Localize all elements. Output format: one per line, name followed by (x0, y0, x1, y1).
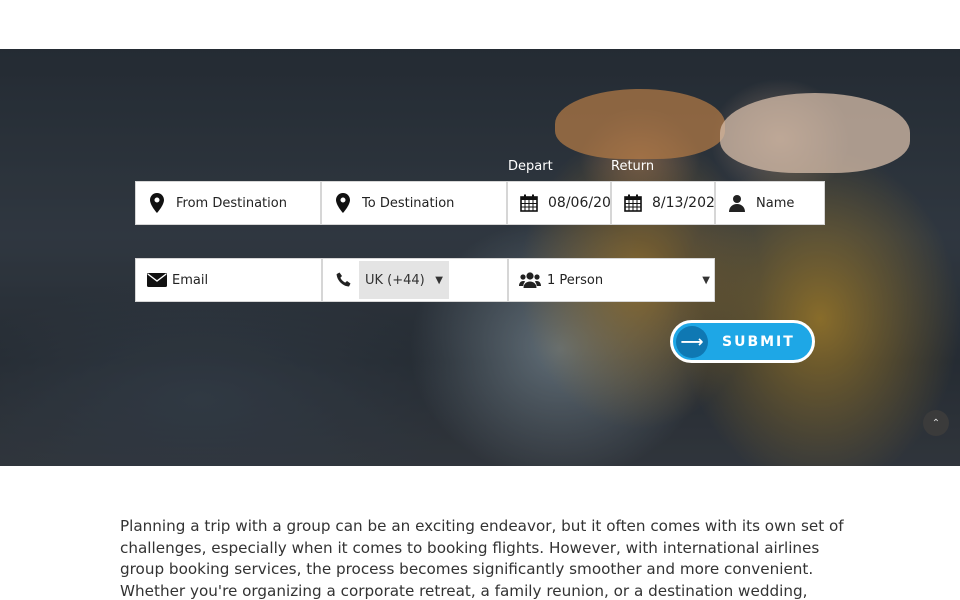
chevron-down-icon: ▼ (702, 274, 710, 286)
return-date-value: 8/13/202 (652, 195, 714, 211)
double-chevron-up-icon: ⌃ (931, 417, 941, 429)
intro-paragraph: Planning a trip with a group can be an e… (120, 517, 844, 600)
phone-field[interactable]: UK (+44) ▼ (322, 258, 508, 302)
name-field[interactable]: Name (715, 181, 825, 225)
calendar-icon (518, 192, 540, 214)
map-marker-icon (332, 192, 354, 214)
from-destination-placeholder: From Destination (176, 195, 287, 211)
envelope-icon (146, 269, 168, 291)
name-placeholder: Name (756, 195, 795, 211)
arrow-right-icon: ⟶ (676, 325, 708, 358)
return-date-field[interactable]: 8/13/202 (611, 181, 715, 225)
email-placeholder: Email (172, 272, 209, 288)
map-marker-icon (146, 192, 168, 214)
depart-label: Depart (508, 159, 553, 174)
return-label: Return (611, 159, 655, 174)
persons-value: 1 Person (547, 272, 604, 288)
scroll-to-top-button[interactable]: ⌃ (923, 410, 949, 436)
email-field[interactable]: Email (135, 258, 322, 302)
to-destination-placeholder: To Destination (362, 195, 455, 211)
persons-select[interactable]: 1 Person ▼ (508, 258, 715, 302)
user-icon (726, 192, 748, 214)
chevron-down-icon: ▼ (435, 274, 443, 286)
hero-photo-hat (720, 93, 910, 173)
depart-date-field[interactable]: 08/06/20 (507, 181, 611, 225)
submit-button[interactable]: ⟶ SUBMIT (670, 320, 815, 363)
phone-icon (333, 269, 355, 291)
submit-label: SUBMIT (722, 333, 795, 350)
country-code-select[interactable]: UK (+44) ▼ (359, 261, 449, 299)
depart-date-value: 08/06/20 (548, 195, 610, 211)
top-header (0, 0, 960, 49)
from-destination-field[interactable]: From Destination (135, 181, 321, 225)
hero-photo-hat (555, 89, 725, 159)
calendar-icon (622, 192, 644, 214)
users-icon (519, 269, 541, 291)
country-code-value: UK (+44) (365, 272, 425, 288)
to-destination-field[interactable]: To Destination (321, 181, 507, 225)
